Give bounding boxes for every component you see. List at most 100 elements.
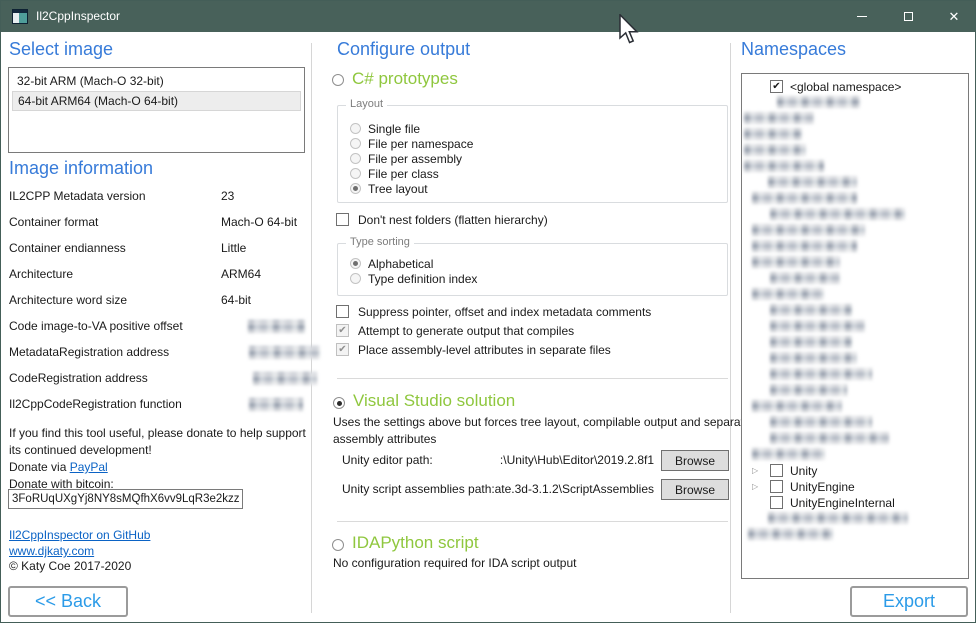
redacted-value bbox=[249, 346, 320, 359]
namespace-item-redacted[interactable] bbox=[770, 208, 905, 220]
generate-compilable-output-label[interactable]: Attempt to generate output that compiles bbox=[358, 324, 574, 338]
namespace-item-redacted[interactable] bbox=[770, 416, 872, 428]
github-link[interactable]: Il2CppInspector on GitHub bbox=[9, 528, 150, 542]
sorting-alphabetical-label[interactable]: Alphabetical bbox=[368, 257, 433, 271]
browse-unity-editor-button[interactable]: Browse bbox=[661, 450, 729, 471]
info-label: IL2CPP Metadata version bbox=[9, 189, 146, 203]
visual-studio-solution-radio[interactable] bbox=[333, 397, 345, 409]
titlebar[interactable]: Il2CppInspector bbox=[1, 1, 975, 32]
unityengineinternal-checkbox[interactable] bbox=[770, 496, 783, 509]
sorting-type-definition-index-label[interactable]: Type definition index bbox=[368, 272, 477, 286]
image-listbox: 32-bit ARM (Mach-O 32-bit) 64-bit ARM64 … bbox=[8, 67, 305, 153]
flatten-hierarchy-checkbox[interactable] bbox=[336, 213, 349, 226]
layout-single-file-label[interactable]: Single file bbox=[368, 122, 420, 136]
idapython-script-label[interactable]: IDAPython script bbox=[352, 533, 479, 553]
namespace-item-redacted[interactable] bbox=[744, 112, 814, 124]
website-link-line: www.djkaty.com bbox=[9, 544, 94, 558]
namespaces-heading: Namespaces bbox=[741, 39, 846, 60]
namespace-item-redacted[interactable] bbox=[752, 224, 865, 236]
close-button[interactable]: ✕ bbox=[931, 1, 976, 32]
namespace-item-redacted[interactable] bbox=[752, 240, 857, 252]
layout-file-per-assembly-radio[interactable] bbox=[350, 153, 361, 164]
csharp-prototypes-label[interactable]: C# prototypes bbox=[352, 69, 458, 89]
info-row: ArchitectureARM64 bbox=[9, 267, 307, 293]
assembly-attributes-separate-files-checkbox[interactable]: ✔ bbox=[336, 343, 349, 356]
namespace-item-redacted[interactable] bbox=[770, 384, 847, 396]
info-row: Code image-to-VA positive offset bbox=[9, 319, 307, 345]
info-value: Little bbox=[221, 241, 246, 255]
image-list-item[interactable]: 32-bit ARM (Mach-O 32-bit) bbox=[12, 71, 301, 91]
visual-studio-solution-label[interactable]: Visual Studio solution bbox=[353, 391, 515, 411]
minimize-button[interactable] bbox=[839, 1, 885, 32]
info-label: Container format bbox=[9, 215, 98, 229]
info-row: Container endianness Little bbox=[9, 241, 307, 267]
donate-paypal-line: Donate via PayPal bbox=[9, 459, 311, 476]
export-button[interactable]: Export bbox=[850, 586, 968, 617]
namespace-item-redacted[interactable] bbox=[744, 128, 802, 140]
namespace-item-redacted[interactable] bbox=[768, 512, 908, 524]
namespace-item-redacted[interactable] bbox=[770, 304, 852, 316]
namespace-item-redacted[interactable] bbox=[744, 144, 806, 156]
namespace-item-redacted[interactable] bbox=[768, 176, 857, 188]
namespace-item-redacted[interactable] bbox=[770, 272, 840, 284]
global-namespace-label[interactable]: <global namespace> bbox=[790, 80, 901, 94]
browse-script-assemblies-button[interactable]: Browse bbox=[661, 479, 729, 500]
info-row: Architecture word size64-bit bbox=[9, 293, 307, 319]
donate-text-block: If you find this tool useful, please don… bbox=[9, 425, 311, 493]
layout-file-per-class-radio[interactable] bbox=[350, 168, 361, 179]
redacted-value bbox=[248, 320, 305, 333]
global-namespace-checkbox[interactable]: ✔ bbox=[770, 80, 783, 93]
layout-single-file-radio[interactable] bbox=[350, 123, 361, 134]
layout-tree-layout-label[interactable]: Tree layout bbox=[368, 182, 428, 196]
expander-icon[interactable]: ▷ bbox=[752, 482, 758, 491]
csharp-prototypes-radio[interactable] bbox=[332, 74, 344, 86]
layout-file-per-assembly-label[interactable]: File per assembly bbox=[368, 152, 462, 166]
namespace-item-redacted[interactable] bbox=[752, 192, 857, 204]
namespace-item-redacted[interactable] bbox=[744, 160, 824, 172]
idapython-script-radio[interactable] bbox=[332, 539, 344, 551]
layout-file-per-class-label[interactable]: File per class bbox=[368, 167, 439, 181]
layout-tree-layout-radio[interactable] bbox=[350, 183, 361, 194]
suppress-metadata-comments-label[interactable]: Suppress pointer, offset and index metad… bbox=[358, 305, 651, 319]
suppress-metadata-comments-checkbox[interactable] bbox=[336, 305, 349, 318]
image-list-item-selected[interactable]: 64-bit ARM64 (Mach-O 64-bit) bbox=[12, 91, 301, 111]
maximize-button[interactable] bbox=[885, 1, 931, 32]
namespace-item-redacted[interactable] bbox=[752, 400, 842, 412]
unityengine-checkbox[interactable] bbox=[770, 480, 783, 493]
layout-file-per-namespace-label[interactable]: File per namespace bbox=[368, 137, 473, 151]
generate-compilable-output-checkbox[interactable]: ✔ bbox=[336, 324, 349, 337]
maximize-icon bbox=[904, 12, 913, 21]
info-label: Container endianness bbox=[9, 241, 126, 255]
namespace-item-redacted[interactable] bbox=[752, 288, 824, 300]
bitcoin-address-input[interactable] bbox=[8, 489, 243, 509]
unityengineinternal-label[interactable]: UnityEngineInternal bbox=[790, 496, 895, 510]
unityengine-label[interactable]: UnityEngine bbox=[790, 480, 855, 494]
sorting-type-definition-index-radio[interactable] bbox=[350, 273, 361, 284]
namespace-item-redacted[interactable] bbox=[752, 256, 840, 268]
paypal-link[interactable]: PayPal bbox=[70, 460, 108, 474]
info-row: Container formatMach-O 64-bit bbox=[9, 215, 307, 241]
unity-label[interactable]: Unity bbox=[790, 464, 817, 478]
assembly-attributes-separate-files-label[interactable]: Place assembly-level attributes in separ… bbox=[358, 343, 611, 357]
flatten-hierarchy-label[interactable]: Don't nest folders (flatten hierarchy) bbox=[358, 213, 548, 227]
namespace-item-redacted[interactable] bbox=[770, 320, 865, 332]
back-button[interactable]: << Back bbox=[8, 586, 128, 617]
namespace-item-redacted[interactable] bbox=[752, 448, 825, 460]
namespace-item-redacted[interactable] bbox=[770, 336, 852, 348]
expander-icon[interactable]: ▷ bbox=[752, 466, 758, 475]
github-link-line: Il2CppInspector on GitHub bbox=[9, 528, 150, 542]
info-label: Code image-to-VA positive offset bbox=[9, 319, 183, 333]
unity-checkbox[interactable] bbox=[770, 464, 783, 477]
unity-script-assemblies-path-label: Unity script assemblies path: bbox=[342, 482, 495, 496]
window-title: Il2CppInspector bbox=[36, 1, 120, 32]
right-column-separator bbox=[730, 43, 731, 613]
namespace-item-redacted[interactable] bbox=[777, 96, 860, 108]
namespace-item-redacted[interactable] bbox=[770, 432, 889, 444]
namespace-item-redacted[interactable] bbox=[748, 528, 833, 540]
website-link[interactable]: www.djkaty.com bbox=[9, 544, 94, 558]
checkmark-icon: ✔ bbox=[772, 81, 780, 92]
layout-file-per-namespace-radio[interactable] bbox=[350, 138, 361, 149]
namespace-item-redacted[interactable] bbox=[770, 368, 872, 380]
namespace-item-redacted[interactable] bbox=[770, 352, 857, 364]
sorting-alphabetical-radio[interactable] bbox=[350, 258, 361, 269]
